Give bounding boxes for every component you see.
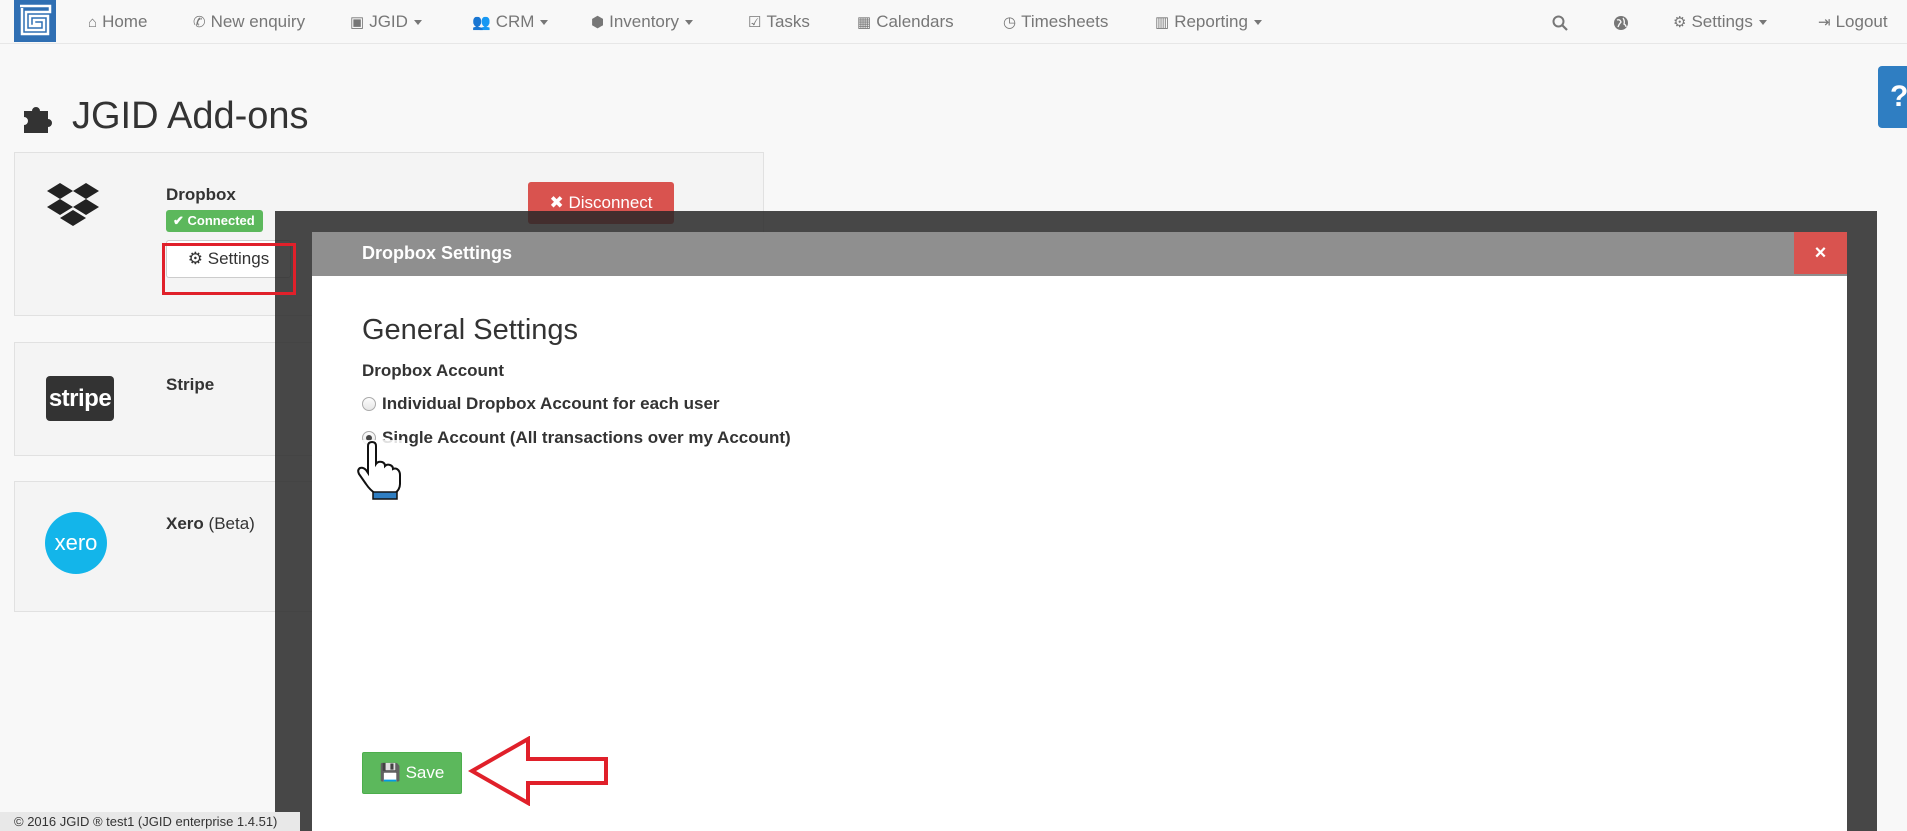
cubes-icon: ⬢ [591,14,605,31]
nav-inventory-dropdown[interactable]: ⬢ Inventory [591,0,694,44]
stripe-logo: stripe [46,376,114,421]
phone-icon: ✆ [193,14,206,31]
top-navbar: ⌂ Home ✆ New enquiry ▣ JGID 👥 CRM ⬢ Inventory… [0,0,1907,44]
bar-chart-icon: ▥ [1155,14,1170,31]
caret-down-icon [1253,20,1262,26]
page-title: JGID Add-ons [20,95,309,138]
caret-down-icon [685,20,694,26]
section-heading: General Settings [362,314,579,346]
modal-close-button[interactable]: × [1794,232,1847,274]
status-badge-connected: ✔ Connected [166,210,263,232]
nav-tasks[interactable]: ☑ Tasks [748,0,810,44]
logout-icon: ⇥ [1818,14,1831,31]
caret-down-icon [540,20,549,26]
radio-option-single[interactable]: Single Account (All transactions over my… [362,428,791,448]
hand-cursor-icon [354,440,404,500]
addon-name-stripe: Stripe [166,375,215,394]
language-button[interactable] [1613,0,1629,44]
puzzle-icon [24,106,52,133]
close-icon: × [1814,242,1827,264]
check-icon: ✔ [173,213,184,228]
home-icon: ⌂ [88,14,98,31]
gear-icon: ⚙ [1673,14,1687,31]
dropbox-logo-icon [47,183,99,226]
dropbox-account-label: Dropbox Account [362,361,504,380]
jgid-logo[interactable] [14,0,56,42]
annotation-highlight-box [162,243,296,295]
nav-logout[interactable]: ⇥ Logout [1818,0,1888,44]
close-icon: ✖ [549,193,564,212]
check-square-icon: ☑ [748,14,762,31]
modal-title: Dropbox Settings [362,243,513,263]
xero-logo: xero [45,512,107,574]
nav-jgid-dropdown[interactable]: ▣ JGID [350,0,422,44]
nav-new-enquiry[interactable]: ✆ New enquiry [193,0,305,44]
addon-name-dropbox: Dropbox [166,185,236,204]
clock-icon: ◷ [1003,14,1017,31]
footer: © 2016 JGID ® test1 (JGID enterprise 1.4… [0,812,300,831]
modal-header: Dropbox Settings × [312,232,1847,276]
floppy-disk-icon: 💾 [379,763,401,782]
search-icon [1552,15,1568,31]
page-title-text: JGID Add-ons [72,95,309,137]
caret-down-icon [1758,20,1767,26]
nav-timesheets[interactable]: ◷ Timesheets [1003,0,1108,44]
nav-settings-dropdown[interactable]: ⚙ Settings [1673,0,1767,44]
help-label: ? [1890,80,1907,113]
annotation-arrow-icon [468,736,608,806]
globe-icon [1614,15,1628,30]
nav-reporting-dropdown[interactable]: ▥ Reporting [1155,0,1262,44]
addon-name-xero: Xero (Beta) [166,514,255,533]
beta-label: (Beta) [208,514,255,533]
nav-home[interactable]: ⌂ Home [88,0,147,44]
calendar-icon: ▦ [857,14,872,31]
nav-calendars[interactable]: ▦ Calendars [857,0,954,44]
radio-option-individual[interactable]: Individual Dropbox Account for each user [362,394,720,414]
help-tab[interactable]: ? [1878,66,1907,128]
nav-crm-dropdown[interactable]: 👥 CRM [472,0,549,44]
radio-individual[interactable] [362,397,376,411]
search-button[interactable] [1552,0,1568,44]
caret-down-icon [413,20,422,26]
users-icon: 👥 [472,14,491,31]
jgid-icon: ▣ [350,14,365,31]
save-button[interactable]: 💾 Save [362,752,462,794]
